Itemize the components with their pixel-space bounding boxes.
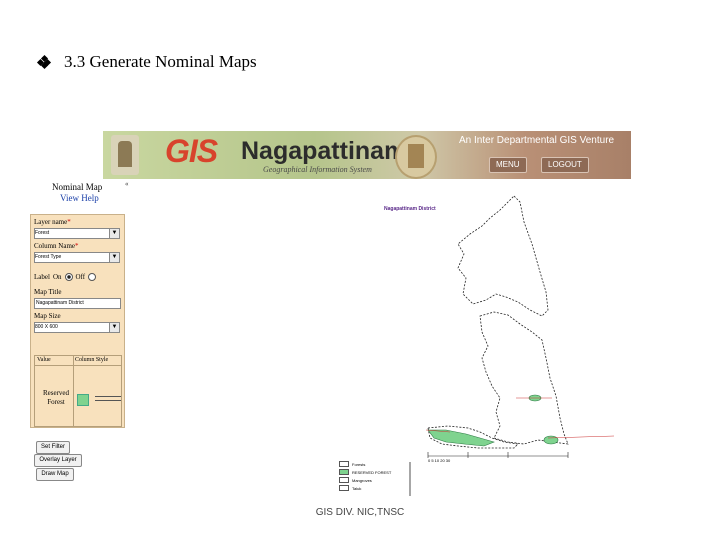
gis-logo: GIS	[165, 133, 218, 169]
label-on-radio[interactable]	[64, 273, 73, 281]
menu-label: MENU	[496, 160, 520, 169]
annotation-line	[547, 435, 615, 439]
map-title-input[interactable]: Nagapattinam District	[34, 298, 121, 309]
temple-seal-icon	[395, 135, 437, 179]
label-off-text: Off	[75, 273, 86, 281]
overlay-layer-button[interactable]: Overlay Layer	[34, 454, 82, 467]
menu-button[interactable]: MENU	[489, 157, 527, 173]
reserved-forest-value: Reserved Forest	[42, 389, 70, 406]
banner-subtitle: Geographical Information System	[263, 165, 372, 174]
reserved-forest-area	[543, 435, 559, 445]
line-style-sample	[95, 400, 121, 401]
map-size-select[interactable]: 800 X 600 ▼	[34, 322, 120, 333]
column-name-label: Column Name*	[34, 242, 79, 250]
column-name-label-text: Column Name	[34, 242, 76, 250]
legend-item: Forests	[339, 460, 414, 468]
logout-label: LOGOUT	[548, 160, 582, 169]
slide-title: 3.3 Generate Nominal Maps	[36, 52, 257, 72]
legend-label: Taluk	[352, 485, 362, 491]
slide-title-text: 3.3 Generate Nominal Maps	[64, 52, 257, 71]
filter-table: Value Column Style Reserved Forest	[34, 355, 122, 427]
forest-color-swatch[interactable]	[77, 394, 89, 406]
table-divider	[73, 356, 74, 426]
style-column-header: Column Style	[75, 357, 109, 363]
label-text: Label	[34, 273, 50, 281]
map-form: Layer name* Forest ▼ Column Name* Forest…	[30, 214, 125, 428]
required-mark: *	[75, 242, 79, 250]
banner-tagline: An Inter Departmental GIS Venture	[459, 135, 615, 146]
district-boundary	[479, 311, 569, 445]
legend-item: Taluk	[339, 484, 414, 492]
column-name-value: Forest Type	[35, 254, 62, 260]
layer-name-select[interactable]: Forest ▼	[34, 228, 120, 239]
map-size-label: Map Size	[34, 312, 61, 320]
chevron-down-icon: ▼	[109, 253, 119, 262]
map-size-value: 800 X 600	[35, 324, 58, 330]
line-style-sample	[95, 396, 121, 397]
legend-swatch	[339, 461, 349, 467]
legend-item: RESERVED FOREST	[339, 468, 414, 476]
panel-heading: Nominal Map	[52, 182, 103, 192]
logout-button[interactable]: LOGOUT	[541, 157, 589, 173]
chevron-down-icon: ▼	[109, 323, 119, 332]
view-help-link[interactable]: View Help	[60, 193, 99, 203]
slide-footer: GIS DIV. NIC,TNSC	[315, 507, 405, 518]
table-divider	[35, 365, 121, 366]
app-banner: GIS Nagapattinam Geographical Informatio…	[103, 131, 631, 179]
scale-label: 0 5 10 20 30	[428, 458, 451, 463]
label-toggle: Label On Off	[34, 273, 97, 281]
state-emblem-icon	[111, 135, 139, 175]
layer-name-label-text: Layer name	[34, 218, 68, 226]
legend-label: Forests	[352, 461, 366, 467]
label-on-text: On	[52, 273, 62, 281]
required-mark: *	[67, 218, 71, 226]
legend-label: RESERVED FOREST	[352, 469, 392, 475]
district-name: Nagapattinam	[241, 137, 407, 165]
draw-map-button[interactable]: Draw Map	[36, 468, 74, 481]
legend-swatch	[339, 477, 349, 483]
layer-name-label: Layer name*	[34, 218, 71, 226]
legend-swatch	[339, 469, 349, 475]
reserved-forest-area	[427, 429, 495, 447]
map-legend: Forests RESERVED FOREST Mangroves Taluk	[339, 460, 414, 492]
district-map	[409, 195, 615, 496]
map-title-label: Map Title	[34, 288, 62, 296]
layer-name-value: Forest	[35, 230, 50, 236]
legend-item: Mangroves	[339, 476, 414, 484]
legend-swatch	[339, 485, 349, 491]
bullet-icon	[36, 54, 52, 70]
map-canvas[interactable]: Nagapattinam District 0 5 10 20 30 Fores…	[128, 182, 631, 498]
chevron-down-icon: ▼	[109, 229, 119, 238]
nominal-map-panel: Nominal Map View Help « Layer name* Fore…	[30, 180, 129, 498]
column-name-select[interactable]: Forest Type ▼	[34, 252, 120, 263]
legend-label: Mangroves	[352, 477, 372, 483]
label-off-radio[interactable]	[88, 273, 97, 281]
district-boundary	[457, 195, 549, 317]
value-column-header: Value	[37, 357, 51, 363]
set-filter-button[interactable]: Set Filter	[36, 441, 70, 454]
